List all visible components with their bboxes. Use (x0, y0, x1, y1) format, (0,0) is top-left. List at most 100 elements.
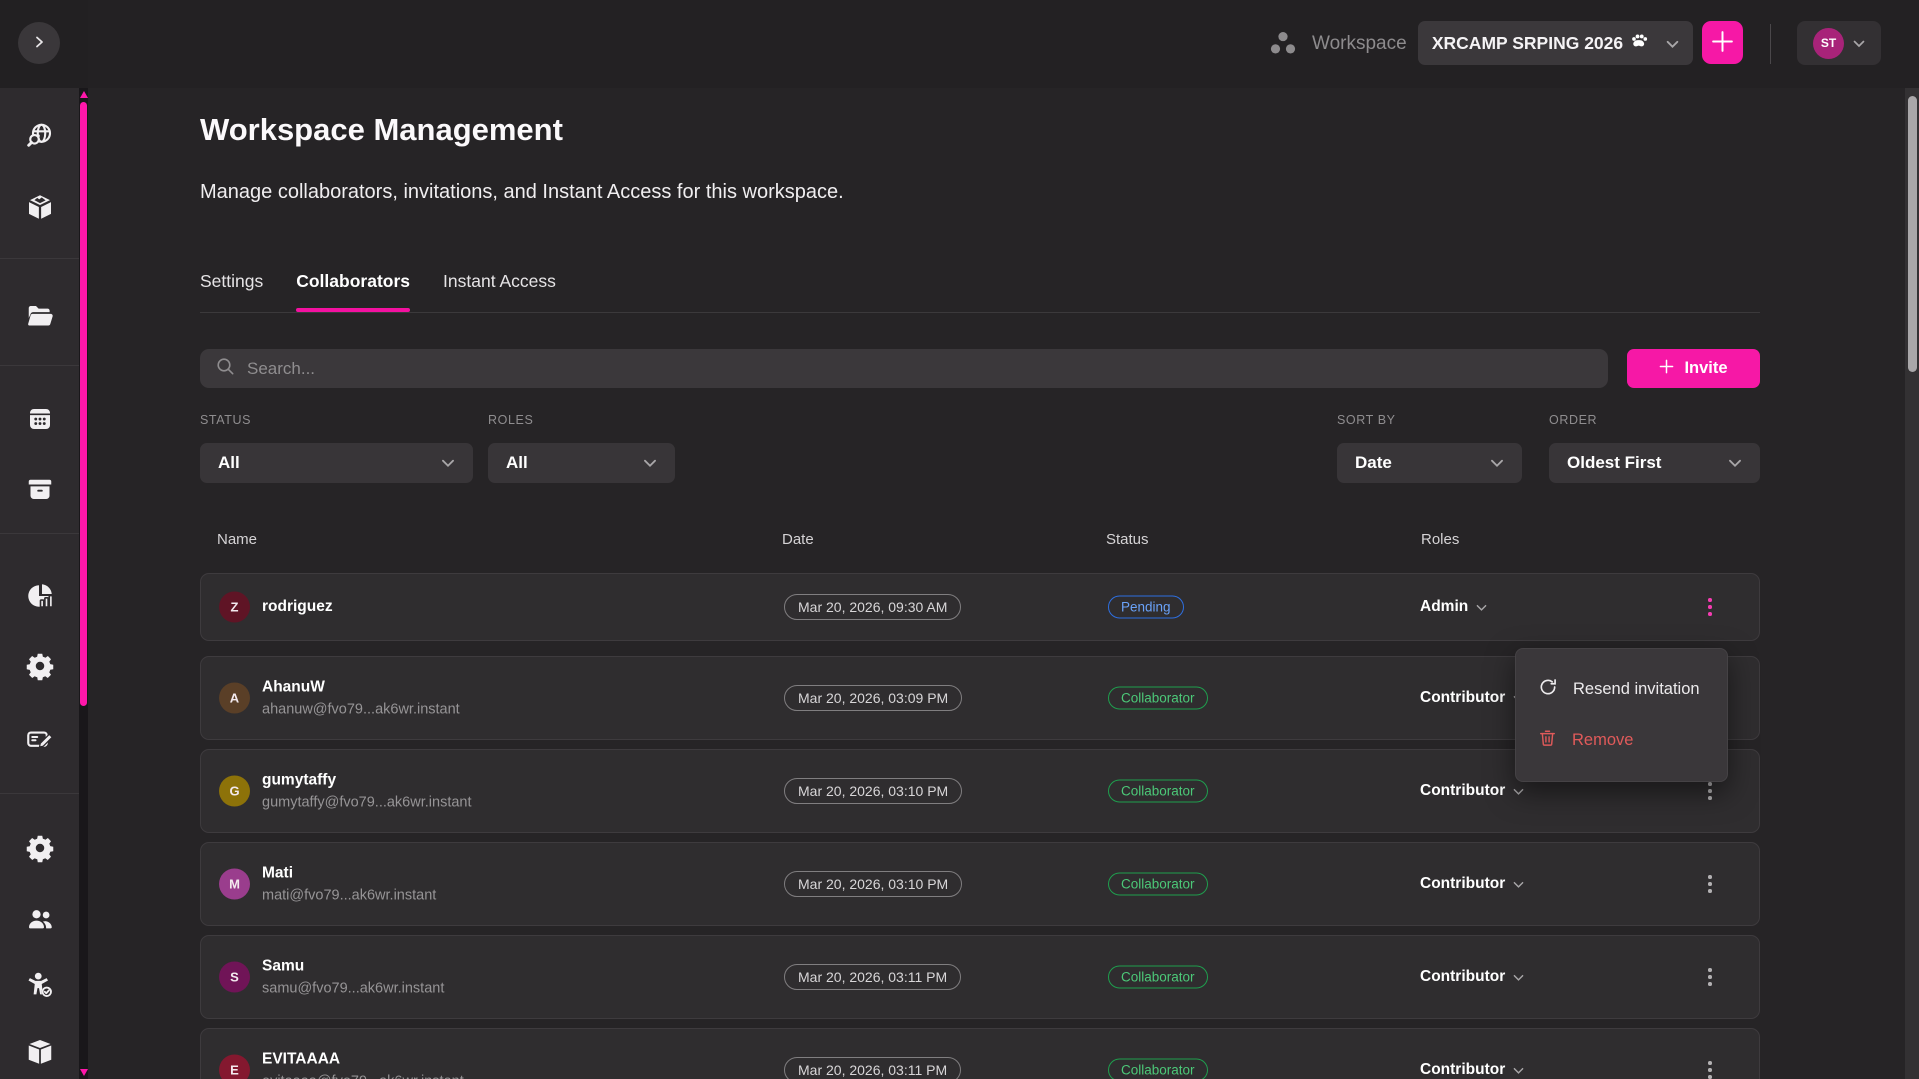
role-label: Contributor (1420, 1061, 1505, 1079)
status-cell: Collaborator (1108, 966, 1208, 989)
menu-item-remove[interactable]: Remove (1516, 715, 1727, 766)
row-context-menu: Resend invitation Remove (1515, 648, 1728, 782)
status-cell: Pending (1108, 596, 1184, 619)
globe-search-icon (25, 121, 55, 154)
sidebar (0, 88, 88, 1079)
tab-settings[interactable]: Settings (200, 258, 263, 312)
user-menu-button[interactable]: ST (1797, 21, 1881, 65)
name-block: EVITAAAA evitaaaa@fvo79...ak6wr.instant (262, 1051, 464, 1079)
page-scrollbar-thumb[interactable] (1908, 96, 1917, 372)
kebab-menu-button[interactable] (1697, 591, 1723, 623)
sidebar-item-license[interactable] (10, 719, 70, 763)
scroll-down-arrow-icon[interactable] (80, 1069, 88, 1076)
workspace-label: Workspace (1312, 0, 1407, 88)
tab-instant-access[interactable]: Instant Access (443, 258, 556, 312)
sidebar-item-apps[interactable] (10, 398, 70, 442)
sidebar-item-analytics[interactable] (10, 575, 70, 619)
kebab-menu-button[interactable] (1697, 961, 1723, 993)
workspace-selector[interactable]: XRCAMP SRPING 2026 (1418, 21, 1693, 65)
status-badge: Collaborator (1108, 966, 1208, 989)
role-dropdown[interactable]: Contributor (1420, 689, 1524, 707)
page-scrollbar[interactable] (1905, 88, 1919, 1079)
status-cell: Collaborator (1108, 780, 1208, 803)
collaborator-row: M Mati mati@fvo79...ak6wr.instant Mar 20… (200, 842, 1760, 926)
role-dropdown[interactable]: Contributor (1420, 1061, 1524, 1079)
sidebar-item-members[interactable] (10, 898, 70, 942)
collaborator-row: S Samu samu@fvo79...ak6wr.instant Mar 20… (200, 935, 1760, 1019)
menu-item-resend-invitation[interactable]: Resend invitation (1516, 664, 1727, 715)
filter-roles-value: All (506, 453, 528, 473)
date-pill: Mar 20, 2026, 03:09 PM (784, 685, 962, 711)
sidebar-scrollbar-thumb[interactable] (80, 102, 87, 706)
table-header: Name Date Status Roles (200, 531, 1760, 551)
name-block: rodriguez (262, 598, 333, 616)
topbar: Workspace XRCAMP SRPING 2026 ST (0, 0, 1919, 88)
gear-icon (25, 833, 55, 866)
plus-icon (1710, 29, 1735, 57)
workspace-name: XRCAMP SRPING 2026 (1432, 33, 1623, 54)
role-label: Admin (1420, 598, 1468, 616)
role-dropdown[interactable]: Contributor (1420, 968, 1524, 986)
user-avatar: ST (1813, 28, 1844, 59)
sidebar-scrollbar[interactable] (79, 88, 88, 1079)
chevron-down-icon (1666, 33, 1679, 54)
role-label: Contributor (1420, 782, 1505, 800)
avatar-initial: A (230, 691, 239, 706)
order-dropdown[interactable]: Oldest First (1549, 443, 1760, 483)
date-pill: Mar 20, 2026, 03:10 PM (784, 778, 962, 804)
sidebar-separator (0, 258, 88, 259)
avatar: E (219, 1055, 250, 1079)
filter-roles-dropdown[interactable]: All (488, 443, 675, 483)
sidebar-item-workspace-settings[interactable] (10, 827, 70, 871)
avatar-initial: Z (231, 600, 239, 615)
people-icon (25, 904, 55, 937)
date-pill: Mar 20, 2026, 03:11 PM (784, 964, 961, 990)
date-pill: Mar 20, 2026, 09:30 AM (784, 594, 961, 620)
sidebar-item-assets[interactable] (10, 186, 70, 230)
chevron-down-icon (1853, 36, 1865, 51)
sort-by-dropdown[interactable]: Date (1337, 443, 1522, 483)
order-value: Oldest First (1567, 453, 1661, 473)
avatar: A (219, 683, 250, 714)
role-label: Contributor (1420, 689, 1505, 707)
column-header-date: Date (782, 531, 814, 548)
column-header-roles: Roles (1421, 531, 1459, 548)
trash-icon (1538, 728, 1557, 753)
avatar: G (219, 776, 250, 807)
sidebar-item-packages[interactable] (10, 1031, 70, 1075)
tab-collaborators[interactable]: Collaborators (296, 258, 410, 312)
avatar: M (219, 869, 250, 900)
kebab-menu-button[interactable] (1697, 1054, 1723, 1079)
role-dropdown[interactable]: Contributor (1420, 875, 1524, 893)
sidebar-item-access[interactable] (10, 964, 70, 1008)
avatar: S (219, 962, 250, 993)
refresh-icon (1538, 677, 1558, 702)
search-input[interactable] (247, 359, 1592, 379)
collaborator-email: gumytaffy@fvo79...ak6wr.instant (262, 795, 472, 811)
sidebar-item-archive[interactable] (10, 468, 70, 512)
chevron-down-icon (1513, 1063, 1524, 1078)
collaborator-name: AhanuW (262, 679, 460, 697)
scroll-up-arrow-icon[interactable] (80, 91, 88, 98)
filter-status-dropdown[interactable]: All (200, 443, 473, 483)
invite-button[interactable]: Invite (1627, 349, 1760, 388)
kebab-menu-button[interactable] (1697, 868, 1723, 900)
name-block: Mati mati@fvo79...ak6wr.instant (262, 865, 436, 904)
order-label: ORDER (1549, 413, 1597, 427)
expand-sidebar-button[interactable] (18, 22, 60, 64)
role-dropdown[interactable]: Admin (1420, 598, 1487, 616)
date-cell: Mar 20, 2026, 03:11 PM (784, 964, 961, 990)
chevron-down-icon (1513, 970, 1524, 985)
create-workspace-button[interactable] (1702, 21, 1743, 64)
sidebar-item-projects[interactable] (10, 295, 70, 339)
collaborator-name: Mati (262, 865, 436, 883)
avatar-initial: G (229, 784, 239, 799)
kebab-icon (1708, 875, 1712, 879)
collaborator-name: rodriguez (262, 598, 333, 616)
sidebar-item-settings[interactable] (10, 645, 70, 689)
person-check-icon (25, 970, 55, 1003)
role-label: Contributor (1420, 875, 1505, 893)
avatar: Z (219, 592, 250, 623)
sidebar-item-explore[interactable] (10, 115, 70, 159)
role-dropdown[interactable]: Contributor (1420, 782, 1524, 800)
